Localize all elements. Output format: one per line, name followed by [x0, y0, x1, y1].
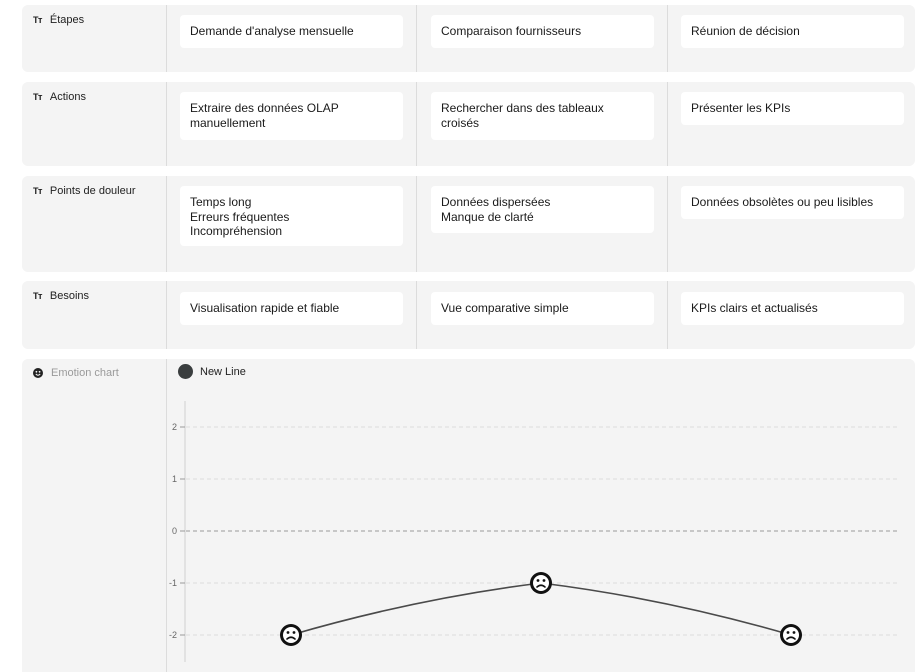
pain-point-card[interactable]: Données dispersées Manque de clarté — [431, 186, 654, 233]
y-tick-label: 0 — [172, 526, 177, 536]
stage-card[interactable]: Demande d'analyse mensuelle — [180, 15, 403, 48]
column-divider — [166, 5, 167, 72]
column-divider — [416, 176, 417, 272]
column-divider — [166, 176, 167, 272]
sad-face-icon[interactable] — [530, 572, 552, 594]
y-tick-label: 1 — [172, 474, 177, 484]
y-tick-label: -2 — [169, 630, 177, 640]
row-label-text: Points de douleur — [49, 185, 136, 197]
action-card[interactable]: Extraire des données OLAP manuellement — [180, 92, 403, 140]
stage-card[interactable]: Comparaison fournisseurs — [431, 15, 654, 48]
need-card[interactable]: Vue comparative simple — [431, 292, 654, 325]
y-tick-label: 2 — [172, 422, 177, 432]
column-divider — [667, 5, 668, 72]
sad-face-icon[interactable] — [780, 624, 802, 646]
column-divider — [166, 281, 167, 349]
row-label: Tт Points de douleur — [33, 185, 136, 197]
column-divider — [667, 281, 668, 349]
action-card[interactable]: Rechercher dans des tableaux croisés — [431, 92, 654, 140]
text-type-icon: Tт — [33, 92, 42, 102]
row-label: Tт Besoins — [33, 290, 89, 302]
journey-row-actions: Tт Actions Extraire des données OLAP man… — [22, 82, 915, 166]
action-card[interactable]: Présenter les KPIs — [681, 92, 904, 125]
column-divider — [416, 82, 417, 166]
row-label-text: Actions — [49, 91, 86, 103]
column-divider — [667, 176, 668, 272]
row-label-text: Besoins — [49, 290, 90, 302]
journey-row-pain-points: Tт Points de douleur Temps long Erreurs … — [22, 176, 915, 272]
column-divider — [416, 281, 417, 349]
text-type-icon: Tт — [33, 186, 42, 196]
y-tick-label: -1 — [169, 578, 177, 588]
journey-row-etapes: Tт Étapes Demande d'analyse mensuelle Co… — [22, 5, 915, 72]
row-label-text: Étapes — [49, 14, 85, 26]
text-type-icon: Tт — [33, 291, 42, 301]
column-divider — [166, 82, 167, 166]
emotion-chart: 2 1 0 -1 -2 — [169, 401, 900, 662]
need-card[interactable]: KPIs clairs et actualisés — [681, 292, 904, 325]
text-type-icon: Tт — [33, 15, 42, 25]
journey-row-besoins: Tт Besoins Visualisation rapide et fiabl… — [22, 281, 915, 349]
sad-face-icon[interactable] — [280, 624, 302, 646]
row-label: Tт Actions — [33, 91, 86, 103]
stage-card[interactable]: Réunion de décision — [681, 15, 904, 48]
column-divider — [416, 5, 417, 72]
row-label: Tт Étapes — [33, 14, 84, 26]
pain-point-card[interactable]: Temps long Erreurs fréquentes Incompréhe… — [180, 186, 403, 246]
need-card[interactable]: Visualisation rapide et fiable — [180, 292, 403, 325]
column-divider — [667, 82, 668, 166]
pain-point-card[interactable]: Données obsolètes ou peu lisibles — [681, 186, 904, 219]
